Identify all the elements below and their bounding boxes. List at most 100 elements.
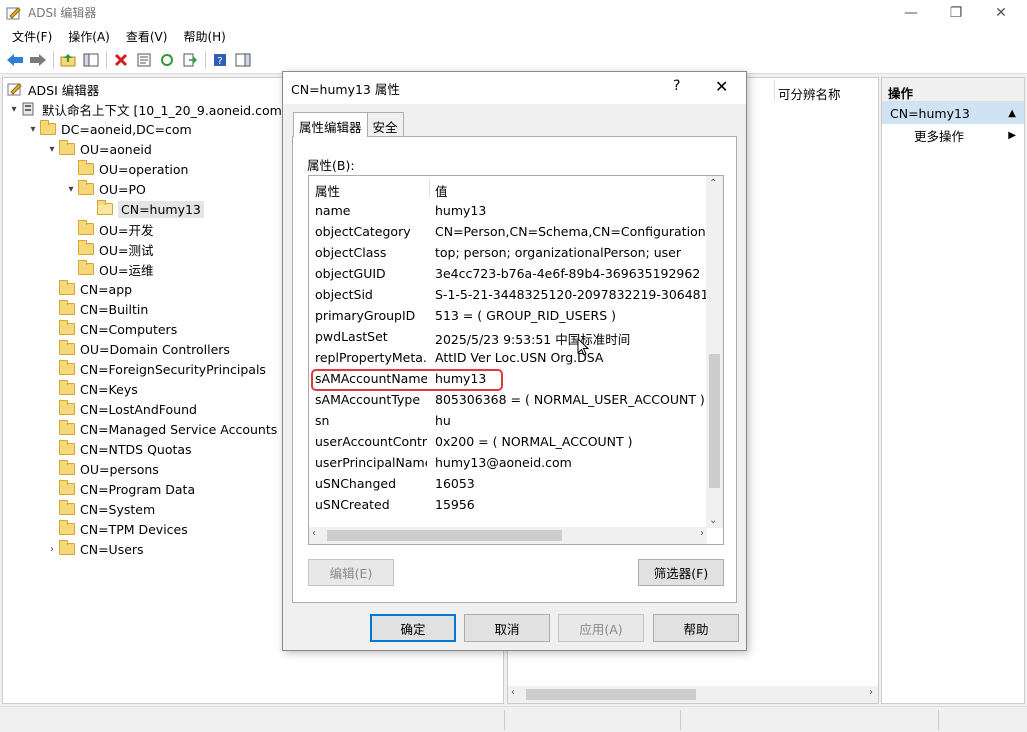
actions-selected-item[interactable]: CN=humy13 ▲	[882, 102, 1024, 124]
expand-toggle-icon[interactable]: ▾	[64, 184, 78, 195]
tab-security[interactable]: 安全	[366, 112, 404, 136]
tree-node[interactable]: OU=测试	[64, 239, 153, 259]
close-button[interactable]: ✕	[978, 0, 1024, 25]
tree-node[interactable]: CN=app	[45, 279, 132, 299]
attribute-name: primaryGroupID	[315, 308, 416, 323]
menu-action[interactable]: 操作(A)	[60, 28, 118, 45]
expand-toggle-icon[interactable]: ▾	[45, 144, 59, 155]
scroll-down-icon[interactable]: ⌄	[709, 515, 717, 526]
minimize-button[interactable]: —	[888, 0, 934, 25]
table-row[interactable]: objectCategory CN=Person,CN=Schema,CN=Con…	[309, 221, 707, 242]
details-horizontal-scrollbar[interactable]: ‹ ›	[508, 686, 878, 703]
table-row[interactable]: name humy13	[309, 200, 707, 221]
show-hide-tree-icon[interactable]	[80, 49, 102, 71]
expand-toggle-icon[interactable]: ▾	[26, 124, 40, 135]
scroll-thumb[interactable]	[327, 530, 562, 541]
table-row[interactable]: sAMAccountType 805306368 = ( NORMAL_USER_…	[309, 389, 707, 410]
actions-pane: 操作 CN=humy13 ▲ 更多操作 ▶	[881, 77, 1025, 704]
attribute-name: name	[315, 203, 351, 218]
tree-node[interactable]: ▾ 默认命名上下文 [10_1_20_9.aoneid.com]	[7, 99, 287, 119]
apply-button[interactable]: 应用(A)	[558, 614, 644, 642]
column-header-value[interactable]: 值	[435, 181, 448, 200]
scroll-right-icon[interactable]: ›	[869, 687, 873, 698]
tree-node[interactable]: CN=humy13	[83, 199, 204, 219]
tree-node[interactable]: OU=运维	[64, 259, 153, 279]
tree-node-label: OU=operation	[99, 161, 189, 177]
attribute-value: 805306368 = ( NORMAL_USER_ACCOUNT )	[435, 392, 705, 407]
table-row[interactable]: replPropertyMeta... AttID Ver Loc.USN Or…	[309, 347, 707, 368]
table-row[interactable]: objectClass top; person; organizationalPe…	[309, 242, 707, 263]
svg-text:?: ?	[217, 56, 222, 67]
attributes-horizontal-scrollbar[interactable]: ‹ ›	[309, 527, 707, 544]
tree-node-label: OU=运维	[99, 262, 154, 278]
menu-help[interactable]: 帮助(H)	[175, 28, 233, 45]
menu-view[interactable]: 查看(V)	[118, 28, 176, 45]
more-actions-item[interactable]: 更多操作 ▶	[882, 124, 1024, 146]
attributes-vertical-scrollbar[interactable]: ⌃ ⌄	[706, 176, 723, 528]
show-hide-action-pane-icon[interactable]	[232, 49, 254, 71]
column-header-attribute[interactable]: 属性	[315, 181, 340, 200]
tree-node[interactable]: ▾ OU=PO	[64, 179, 146, 199]
menu-file[interactable]: 文件(F)	[4, 28, 60, 45]
tree-node[interactable]: CN=NTDS Quotas	[45, 439, 192, 459]
tree-node[interactable]: CN=Managed Service Accounts	[45, 419, 277, 439]
ok-button[interactable]: 确定	[370, 614, 456, 642]
table-row[interactable]: primaryGroupID 513 = ( GROUP_RID_USERS )	[309, 305, 707, 326]
edit-button[interactable]: 编辑(E)	[308, 559, 394, 586]
collapse-up-icon[interactable]: ▲	[1008, 108, 1016, 119]
table-row[interactable]: userPrincipalName humy13@aoneid.com	[309, 452, 707, 473]
scroll-thumb[interactable]	[709, 354, 720, 488]
tree-root[interactable]: ADSI 编辑器	[7, 79, 99, 99]
tree-node[interactable]: CN=Builtin	[45, 299, 148, 319]
up-folder-icon[interactable]	[57, 49, 79, 71]
tree-node[interactable]: CN=System	[45, 499, 155, 519]
toolbar-separator	[205, 51, 206, 69]
table-row[interactable]: pwdLastSet 2025/5/23 9:53:51 中国标准时间	[309, 326, 707, 347]
tree-node[interactable]: OU=Domain Controllers	[45, 339, 230, 359]
tree-node[interactable]: CN=Computers	[45, 319, 177, 339]
tree-node[interactable]: ▾ OU=aoneid	[45, 139, 152, 159]
tree-node[interactable]: CN=Program Data	[45, 479, 195, 499]
tree-node[interactable]: OU=开发	[64, 219, 153, 239]
expand-toggle-icon[interactable]: ›	[45, 544, 59, 555]
tree-node[interactable]: OU=persons	[45, 459, 159, 479]
scroll-left-icon[interactable]: ‹	[511, 687, 515, 698]
cancel-button[interactable]: 取消	[464, 614, 550, 642]
tree-node[interactable]: ▾ DC=aoneid,DC=com	[26, 119, 192, 139]
tree-node[interactable]: OU=operation	[64, 159, 188, 179]
folder-icon	[59, 540, 75, 555]
scroll-thumb[interactable]	[526, 689, 696, 700]
help-button[interactable]: 帮助	[653, 614, 739, 642]
delete-icon[interactable]	[110, 49, 132, 71]
column-header-distinguished-name[interactable]: 可分辨名称	[778, 84, 841, 103]
table-row[interactable]: objectGUID 3e4cc723-b76a-4e6f-89b4-369635…	[309, 263, 707, 284]
tree-node[interactable]: CN=LostAndFound	[45, 399, 197, 419]
table-row[interactable]: sn hu	[309, 410, 707, 431]
maximize-button[interactable]: ❐	[933, 0, 979, 25]
scroll-right-icon[interactable]: ›	[700, 528, 704, 539]
scroll-up-icon[interactable]: ⌃	[709, 178, 717, 189]
tree-node[interactable]: CN=ForeignSecurityPrincipals	[45, 359, 266, 379]
attributes-list[interactable]: 属性 值 name humy13 objectCategory CN=Person,C…	[308, 175, 724, 545]
tree-node-label: DC=aoneid,DC=com	[61, 121, 192, 137]
forward-icon[interactable]	[27, 49, 49, 71]
help-icon[interactable]: ?	[209, 49, 231, 71]
back-icon[interactable]	[4, 49, 26, 71]
filter-button[interactable]: 筛选器(F)	[638, 559, 724, 586]
dialog-close-icon[interactable]: ✕	[715, 77, 728, 96]
scroll-left-icon[interactable]: ‹	[312, 528, 316, 539]
refresh-icon[interactable]	[156, 49, 178, 71]
attribute-value: 15956	[435, 497, 475, 512]
table-row[interactable]: uSNCreated 15956	[309, 494, 707, 515]
dialog-help-icon[interactable]: ?	[673, 78, 680, 94]
tab-attribute-editor[interactable]: 属性编辑器	[293, 112, 368, 137]
tree-node[interactable]: CN=TPM Devices	[45, 519, 188, 539]
expand-toggle-icon[interactable]: ▾	[7, 104, 21, 115]
table-row[interactable]: uSNChanged 16053	[309, 473, 707, 494]
tree-node[interactable]: CN=Keys	[45, 379, 138, 399]
table-row[interactable]: objectSid S-1-5-21-3448325120-2097832219-…	[309, 284, 707, 305]
tree-node[interactable]: › CN=Users	[45, 539, 144, 559]
export-list-icon[interactable]	[179, 49, 201, 71]
table-row[interactable]: userAccountContr... 0x200 = ( NORMAL_ACCO…	[309, 431, 707, 452]
properties-icon[interactable]	[133, 49, 155, 71]
